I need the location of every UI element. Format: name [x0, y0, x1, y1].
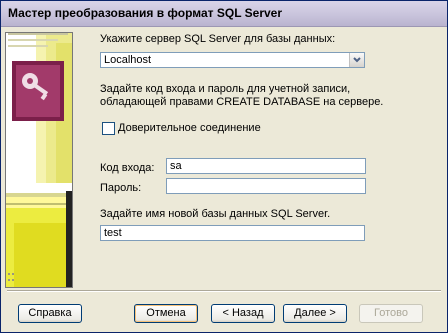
login-field[interactable]: sa [166, 158, 366, 174]
database-name-field[interactable]: test [100, 225, 365, 241]
footer-separator [7, 290, 441, 292]
server-prompt: Укажите сервер SQL Server для базы данны… [100, 33, 336, 45]
login-hint-line2: обладающей правами CREATE DATABASE на се… [100, 96, 384, 108]
back-button[interactable]: < Назад [211, 304, 275, 323]
server-value: Localhost [104, 54, 152, 66]
finish-button[interactable]: Готово [359, 304, 423, 323]
wizard-window: Мастер преобразования в формат SQL Serve… [0, 0, 448, 333]
dropdown-arrow-icon[interactable] [349, 53, 364, 67]
trusted-connection-label: Доверительное соединение [118, 122, 261, 134]
password-field[interactable] [166, 178, 366, 194]
database-prompt: Задайте имя новой базы данных SQL Server… [100, 208, 331, 220]
database-name-value: test [104, 227, 122, 239]
trusted-connection-checkbox[interactable] [102, 122, 115, 135]
title-bar: Мастер преобразования в формат SQL Serve… [1, 1, 447, 27]
wizard-banner-image [6, 33, 72, 287]
password-label: Пароль: [100, 182, 142, 194]
login-label: Код входа: [100, 162, 155, 174]
cancel-button[interactable]: Отмена [134, 304, 198, 323]
key-icon [12, 61, 64, 121]
next-button[interactable]: Далее > [283, 304, 347, 323]
help-button[interactable]: Справка [18, 304, 82, 323]
server-combobox[interactable]: Localhost [100, 52, 365, 68]
login-value: sa [170, 160, 182, 172]
login-hint-line1: Задайте код входа и пароль для учетной з… [100, 83, 351, 95]
wizard-side-art [5, 32, 73, 288]
window-title: Мастер преобразования в формат SQL Serve… [8, 6, 283, 20]
